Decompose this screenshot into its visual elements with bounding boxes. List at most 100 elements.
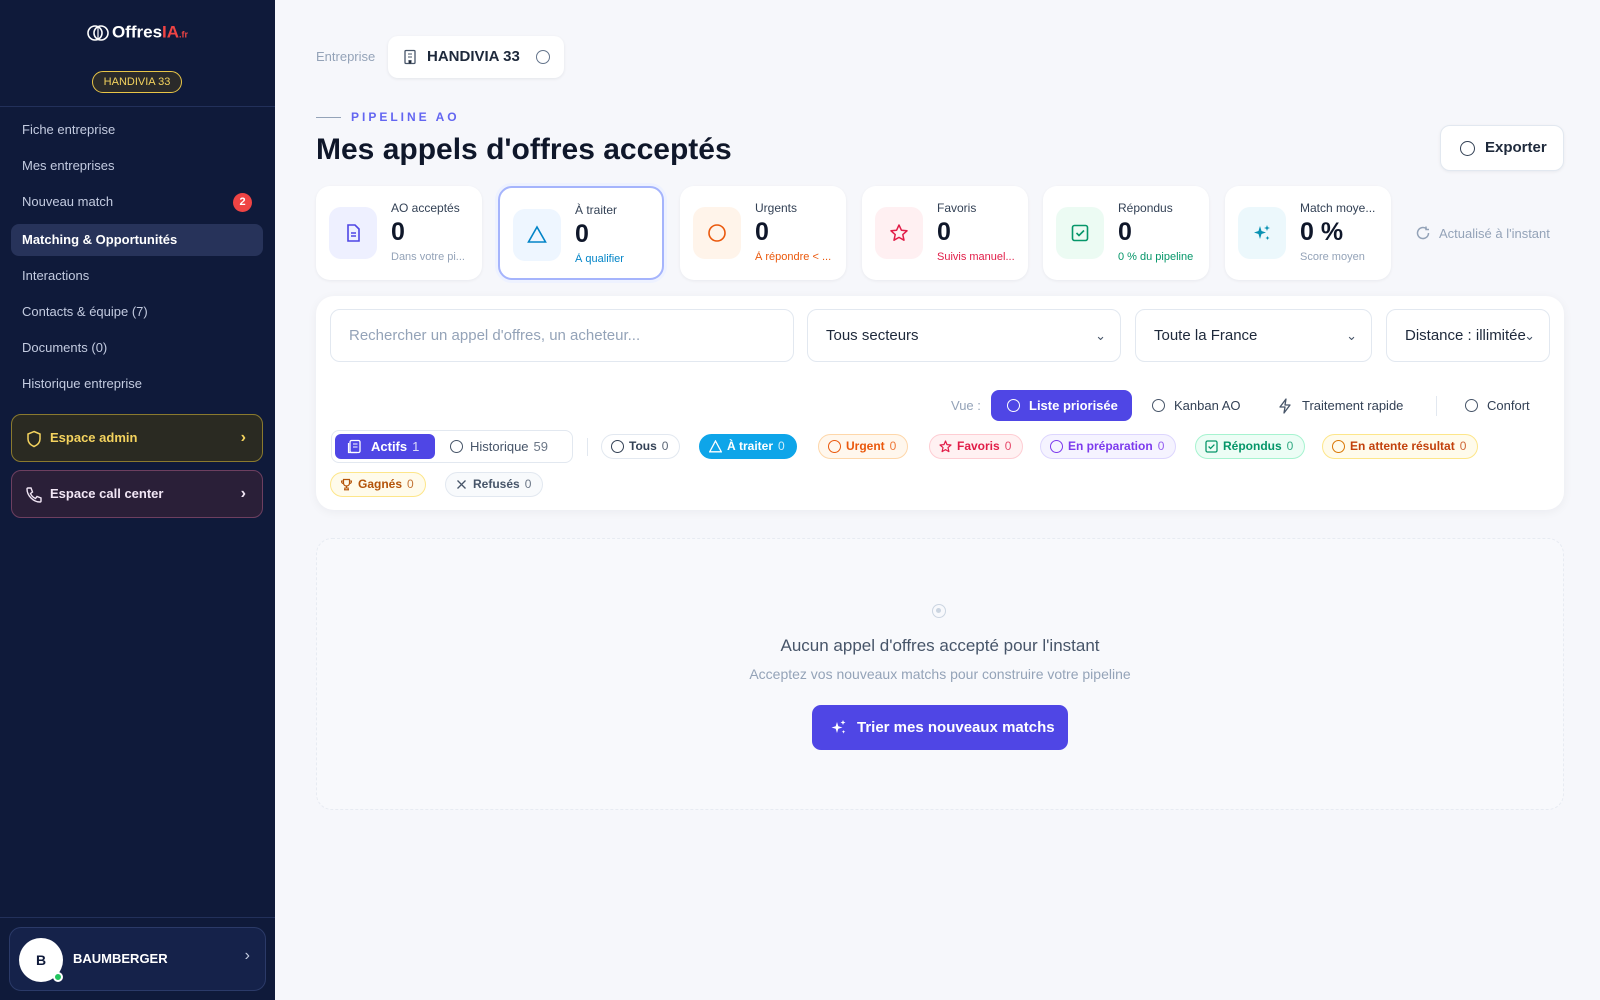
nav-item-historique[interactable]: Historique entreprise [11, 368, 263, 400]
chip-label: Favoris [957, 439, 1000, 453]
nav-item-matching[interactable]: Matching & Opportunités [11, 224, 263, 256]
stat-value: 0 [575, 220, 589, 248]
stat-value: 0 [755, 218, 769, 246]
circle-icon [1465, 399, 1478, 412]
distance-select-value: Distance : illimitée [1405, 327, 1526, 344]
chip-count: 0 [524, 477, 532, 491]
admin-space-button[interactable]: Espace admin › [11, 414, 263, 462]
nav-item-contacts[interactable]: Contacts & équipe (7) [11, 296, 263, 328]
segment-count: 1 [412, 439, 420, 454]
stat-label: Urgents [755, 201, 798, 215]
chip-a-traiter[interactable]: À traiter 0 [699, 434, 797, 459]
stat-card-ao-acceptes[interactable]: AO acceptés 0 Dans votre pi... [316, 186, 482, 280]
search-input[interactable] [330, 309, 794, 362]
stat-card-repondus[interactable]: Répondus 0 0 % du pipeline [1043, 186, 1209, 280]
chip-urgent[interactable]: Urgent 0 [818, 434, 909, 459]
chip-label: En préparation [1068, 439, 1153, 453]
chip-label: En attente résultat [1350, 439, 1455, 453]
segment-count: 59 [533, 439, 548, 454]
distance-select[interactable]: Distance : illimitée ⌄ [1386, 309, 1550, 362]
refresh-status[interactable]: Actualisé à l'instant [1415, 226, 1550, 241]
stat-card-match-moyen[interactable]: Match moye... 0 % Score moyen [1225, 186, 1391, 280]
app-logo[interactable]: OffresIA.fr [0, 22, 275, 44]
chip-favoris[interactable]: Favoris 0 [929, 434, 1024, 459]
nav-item-fiche-entreprise[interactable]: Fiche entreprise [11, 114, 263, 146]
segment-historique[interactable]: Historique 59 [446, 434, 548, 459]
segment-label: Actifs [371, 439, 408, 454]
sort-new-matches-button[interactable]: Trier mes nouveaux matchs [812, 705, 1068, 750]
chevron-right-icon: › [244, 947, 250, 964]
status-circle-icon [536, 50, 550, 64]
stat-card-a-traiter[interactable]: À traiter 0 À qualifier [498, 186, 664, 280]
stat-subtitle: Suivis manuel... [937, 251, 1015, 263]
online-status-dot [53, 972, 63, 982]
phone-icon [26, 487, 42, 503]
stat-card-urgents[interactable]: Urgents 0 À répondre < ... [680, 186, 846, 280]
stat-subtitle: À répondre < ... [755, 251, 832, 263]
notification-badge: 2 [233, 193, 252, 212]
empty-state-icon [932, 604, 946, 618]
entreprise-selector[interactable]: HANDIVIA 33 [388, 36, 564, 78]
chevron-right-icon: › [240, 485, 246, 502]
cta-label: Trier mes nouveaux matchs [857, 719, 1055, 736]
callcenter-space-button[interactable]: Espace call center › [11, 470, 263, 518]
chip-tous[interactable]: Tous 0 [601, 434, 681, 459]
chip-label: Répondus [1223, 439, 1282, 453]
circle-icon [708, 224, 726, 242]
chip-repondus[interactable]: Répondus 0 [1195, 434, 1306, 459]
stat-card-favoris[interactable]: Favoris 0 Suivis manuel... [862, 186, 1028, 280]
stat-value: 0 [391, 218, 405, 246]
nav-item-interactions[interactable]: Interactions [11, 260, 263, 292]
export-button[interactable]: Exporter [1440, 125, 1564, 171]
region-select[interactable]: Toute la France ⌄ [1135, 309, 1372, 362]
circle-icon [1007, 399, 1020, 412]
stat-icon-box [329, 207, 377, 259]
list-icon [347, 439, 361, 454]
circle-icon [828, 440, 841, 453]
nav-item-mes-entreprises[interactable]: Mes entreprises [11, 150, 263, 182]
admin-space-label: Espace admin [50, 430, 138, 445]
entreprise-label: Entreprise [316, 49, 376, 64]
stat-subtitle: Score moyen [1300, 251, 1365, 263]
view-traitement-rapide[interactable]: Traitement rapide [1278, 390, 1403, 421]
stat-icon-box [513, 209, 561, 261]
logo-suffix: .fr [179, 29, 189, 40]
user-profile-card[interactable]: B BAUMBERGER › [9, 927, 266, 991]
empty-state-title: Aucun appel d'offres accepté pour l'inst… [780, 636, 1100, 655]
nav-item-nouveau-match[interactable]: Nouveau match 2 [11, 186, 263, 218]
chip-label: Refusés [473, 477, 520, 491]
stat-label: AO acceptés [391, 201, 460, 215]
document-icon [347, 224, 360, 242]
sparkles-icon [831, 720, 846, 734]
chip-label: Gagnés [358, 477, 403, 491]
view-confort[interactable]: Confort [1463, 390, 1530, 421]
circle-icon [450, 440, 463, 453]
chip-count: 0 [889, 439, 897, 453]
shield-icon [27, 430, 41, 448]
sector-select[interactable]: Tous secteurs ⌄ [807, 309, 1121, 362]
view-liste-priorisee[interactable]: Liste priorisée [991, 390, 1132, 421]
lightning-icon [1279, 398, 1291, 414]
chip-en-preparation[interactable]: En préparation 0 [1040, 434, 1177, 459]
chip-count: 0 [661, 439, 669, 453]
view-option-label: Traitement rapide [1302, 398, 1404, 413]
stat-value: 0 [1118, 218, 1132, 246]
triangle-icon [709, 440, 722, 453]
eyebrow-line [316, 117, 341, 118]
chip-refuses[interactable]: Refusés 0 [445, 472, 544, 497]
stat-value: 0 [937, 218, 951, 246]
chip-gagnes[interactable]: Gagnés 0 [330, 472, 426, 497]
segment-label: Historique [470, 439, 529, 454]
view-option-label: Confort [1487, 398, 1530, 413]
chip-en-attente-resultat[interactable]: En attente résultat 0 [1322, 434, 1479, 459]
logo-text: Offres [111, 22, 163, 42]
chip-count: 0 [1459, 439, 1467, 453]
view-kanban[interactable]: Kanban AO [1150, 390, 1241, 421]
view-option-label: Liste priorisée [1029, 398, 1118, 413]
check-square-icon [1205, 440, 1218, 453]
circle-icon [611, 440, 624, 453]
stat-label: Répondus [1118, 201, 1173, 215]
nav-item-documents[interactable]: Documents (0) [11, 332, 263, 364]
segment-actifs[interactable]: Actifs 1 [335, 434, 435, 459]
entreprise-name: HANDIVIA 33 [427, 48, 520, 65]
